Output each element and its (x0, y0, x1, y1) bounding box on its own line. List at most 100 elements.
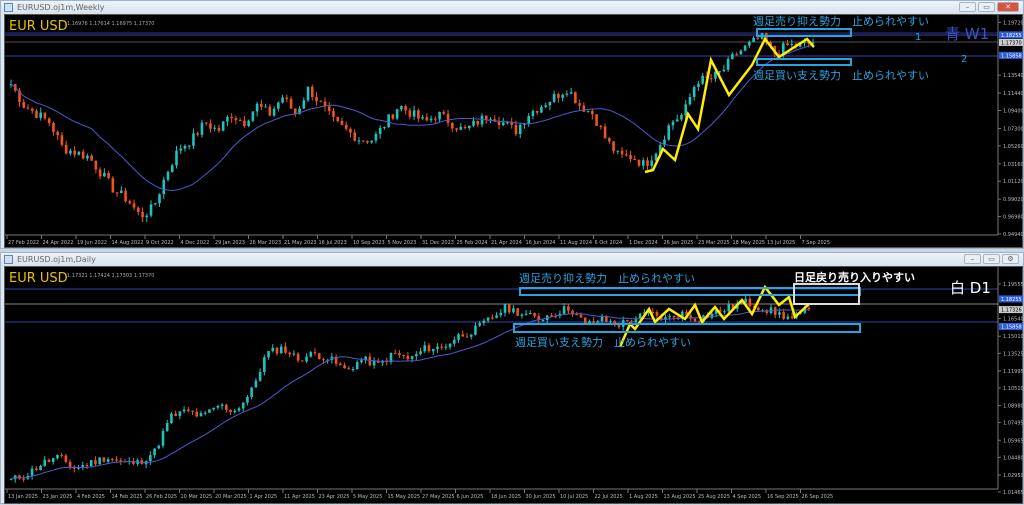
candle (77, 151, 81, 155)
close-button[interactable]: ✕ (997, 2, 1019, 12)
candle (204, 122, 208, 124)
candle (372, 360, 376, 366)
candle (233, 410, 237, 413)
candle (340, 120, 344, 125)
time-tick-label: 5 Nov 2023 (388, 240, 417, 246)
weekly-ohlc: 1.16976 1.17614 1.16975 1.17370 (67, 21, 154, 27)
candle (86, 155, 89, 159)
candle (434, 118, 437, 120)
candle (440, 346, 443, 348)
candle (501, 122, 505, 126)
candle (69, 150, 72, 154)
candle (313, 352, 317, 354)
candle (603, 126, 607, 139)
time-tick-label: 25 Aug 2025 (698, 494, 730, 500)
daily-chart-canvas[interactable]: EUR USD 1.17321 1.17424 1.17303 1.17370 … (5, 267, 1024, 505)
candle (309, 352, 313, 357)
candle (64, 144, 68, 154)
time-tick-label: 5 May 2025 (353, 494, 382, 500)
candle (145, 215, 149, 218)
candle (726, 58, 730, 70)
candle (254, 380, 258, 388)
time-tick-label: 24 Apr 2022 (43, 240, 74, 246)
price-tick-label: 1.01120 (1003, 179, 1024, 185)
candle (158, 194, 161, 204)
price-tag-label: 1.15858 (1001, 53, 1022, 59)
candle (514, 125, 518, 135)
candle (132, 203, 136, 208)
candle (285, 97, 289, 99)
price-tick-label: 1.15010 (1003, 334, 1024, 340)
weekly-chart[interactable]: EUR USD 1.16976 1.17614 1.16975 1.17370 … (4, 14, 1024, 249)
candle (457, 334, 460, 340)
time-tick-label: 15 May 2025 (388, 494, 421, 500)
minimize-button[interactable]: – (964, 254, 981, 264)
time-tick-label: 16 Sep 2025 (767, 494, 799, 500)
daily-support-zone[interactable] (513, 323, 861, 333)
price-tick-label: 1.08980 (1003, 404, 1024, 410)
candle (255, 103, 259, 112)
candle (357, 140, 361, 142)
candle (612, 141, 615, 152)
weekly-chart-canvas[interactable]: EUR USD 1.16976 1.17614 1.16975 1.17370 … (5, 15, 1024, 249)
candle (451, 123, 454, 129)
maximize-button[interactable]: ▭ (978, 2, 995, 12)
candle (718, 71, 721, 73)
candle (39, 112, 43, 118)
candle (195, 411, 199, 417)
candle (43, 112, 47, 119)
daily-chart[interactable]: EUR USD 1.17321 1.17424 1.17303 1.17370 … (4, 266, 1024, 505)
candle (425, 117, 429, 121)
candle (336, 116, 340, 121)
price-tag-label: 1.18255 (1001, 33, 1022, 39)
time-tick-label: 4 Dec 2022 (181, 240, 210, 246)
weekly-timeframe-label: 青 W1 (945, 25, 989, 43)
price-tag-label: 1.17326 (1001, 308, 1022, 314)
candle (119, 460, 123, 462)
candle (277, 102, 280, 109)
candle (465, 336, 469, 338)
candle (165, 423, 169, 432)
candle (782, 312, 785, 319)
time-tick-label: 1 Dec 2024 (629, 240, 658, 246)
time-tick-label: 27 Feb 2022 (8, 240, 39, 246)
candle (174, 413, 177, 417)
candle (52, 122, 55, 132)
restore-button[interactable]: ⚙ (1002, 254, 1019, 264)
candle (541, 320, 545, 322)
candle (178, 411, 182, 417)
time-tick-label: 18 Jun 2025 (491, 494, 521, 500)
candle (527, 116, 530, 124)
minimize-button[interactable]: – (959, 2, 976, 12)
candle (478, 323, 481, 326)
maximize-button[interactable]: ▭ (983, 254, 1000, 264)
time-tick-label: 30 Jun 2025 (526, 494, 556, 500)
weekly-titlebar: EURUSD.oj1m,Weekly – ▭ ✕ (1, 1, 1023, 14)
time-tick-label: 26 Mar 2023 (250, 240, 282, 246)
candle (302, 100, 306, 109)
candle (128, 201, 132, 204)
candle (374, 134, 378, 141)
candle (243, 120, 246, 126)
candle (586, 110, 590, 112)
candle (495, 315, 498, 318)
candle (735, 54, 738, 56)
candle (192, 133, 195, 146)
daily-window-title: EURUSD.oj1m,Daily (17, 255, 96, 264)
candle (567, 306, 570, 311)
candle (292, 353, 296, 355)
candle (506, 122, 509, 124)
candle (668, 315, 671, 318)
candle (182, 409, 186, 412)
daily-sell-label: 日足戻り売り入りやすい (794, 270, 915, 284)
candle (179, 148, 183, 151)
candle (241, 402, 245, 409)
weekly-support-zone[interactable] (756, 58, 852, 66)
time-tick-label: 14 Feb 2025 (112, 494, 143, 500)
candle (315, 97, 318, 102)
candle (535, 111, 539, 113)
time-tick-label: 4 Feb 2025 (77, 494, 105, 500)
candle (264, 106, 267, 108)
candle (524, 313, 528, 315)
candle (400, 106, 403, 110)
